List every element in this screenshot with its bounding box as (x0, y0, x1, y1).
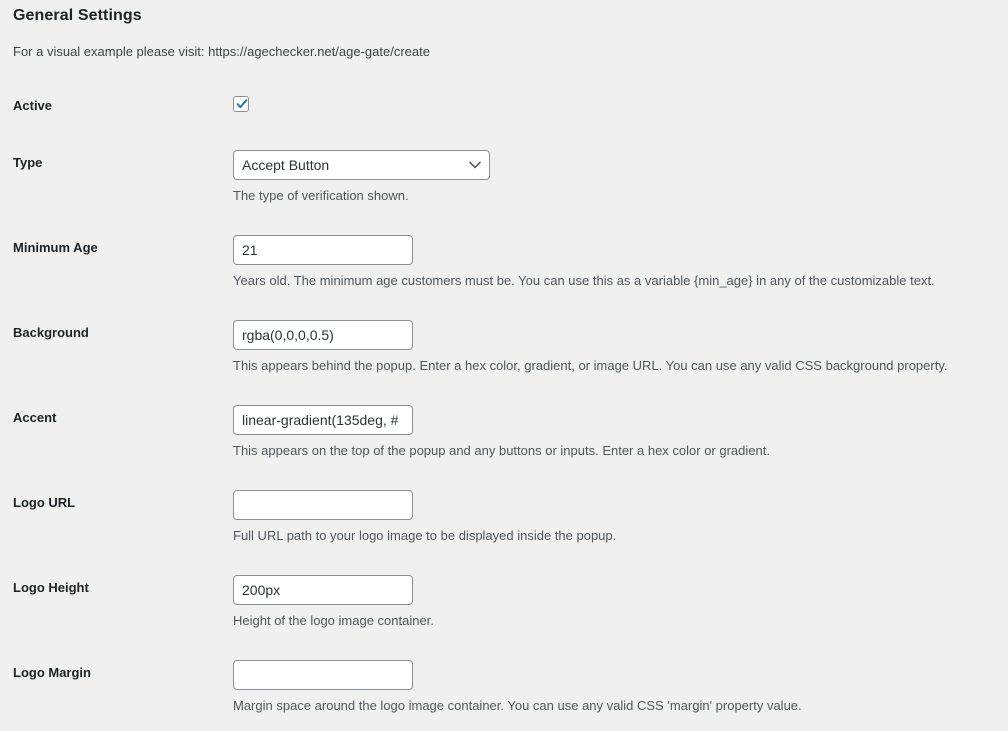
page-title: General Settings (13, 7, 142, 24)
field-cell-type: Accept Button The type of verification s… (233, 135, 1008, 220)
page-subtitle: For a visual example please visit: https… (13, 44, 430, 59)
logo-height-input[interactable] (233, 574, 413, 605)
form-row-logo-margin: Logo Margin Margin space around the logo… (0, 645, 1008, 730)
form-row-logo-height: Logo Height Height of the logo image con… (0, 560, 1008, 645)
field-label-type: Type (13, 154, 43, 170)
form-row-minimum-age: Minimum Age Years old. The minimum age c… (0, 220, 1008, 305)
field-cell-minimum-age: Years old. The minimum age customers mus… (233, 220, 1008, 305)
logo-margin-input[interactable] (233, 659, 413, 690)
form-row-logo-url: Logo URL Full URL path to your logo imag… (0, 475, 1008, 560)
form-row-type: Type Accept Button The type of verificat… (0, 135, 1008, 220)
minimum-age-input[interactable] (233, 234, 413, 265)
type-select-wrapper: Accept Button (233, 149, 490, 180)
accent-input[interactable] (233, 404, 413, 435)
field-label-logo-margin: Logo Margin (13, 664, 91, 680)
field-cell-logo-height: Height of the logo image container. (233, 560, 1008, 645)
general-settings-page: General Settings For a visual example pl… (0, 0, 1008, 731)
logo-url-input[interactable] (233, 489, 413, 520)
field-description-logo-margin: Margin space around the logo image conta… (233, 697, 802, 713)
field-label-background: Background (13, 324, 89, 340)
field-description-background: This appears behind the popup. Enter a h… (233, 357, 948, 373)
form-row-accent: Accent This appears on the top of the po… (0, 390, 1008, 475)
active-checkbox[interactable] (233, 96, 249, 112)
form-row-background: Background This appears behind the popup… (0, 305, 1008, 390)
field-label-accent: Accent (13, 409, 57, 425)
field-description-logo-height: Height of the logo image container. (233, 612, 434, 628)
field-label-logo-height: Logo Height (13, 579, 89, 595)
field-description-type: The type of verification shown. (233, 187, 409, 203)
field-label-active: Active (13, 98, 53, 113)
field-description-logo-url: Full URL path to your logo image to be d… (233, 527, 617, 543)
field-cell-background: This appears behind the popup. Enter a h… (233, 305, 1008, 390)
field-description-accent: This appears on the top of the popup and… (233, 442, 770, 458)
field-cell-active (233, 78, 1008, 135)
field-label-logo-url: Logo URL (13, 494, 76, 510)
field-cell-accent: This appears on the top of the popup and… (233, 390, 1008, 475)
background-input[interactable] (233, 319, 413, 350)
field-cell-logo-margin: Margin space around the logo image conta… (233, 645, 1008, 730)
field-cell-logo-url: Full URL path to your logo image to be d… (233, 475, 1008, 560)
field-description-minimum-age: Years old. The minimum age customers mus… (233, 272, 935, 288)
settings-form-table: Active Type Accept Button The type of ve… (0, 78, 1008, 730)
type-select[interactable]: Accept Button (233, 149, 490, 180)
checkmark-icon (236, 99, 248, 109)
field-label-minimum-age: Minimum Age (13, 239, 98, 255)
form-row-active: Active (0, 78, 1008, 135)
